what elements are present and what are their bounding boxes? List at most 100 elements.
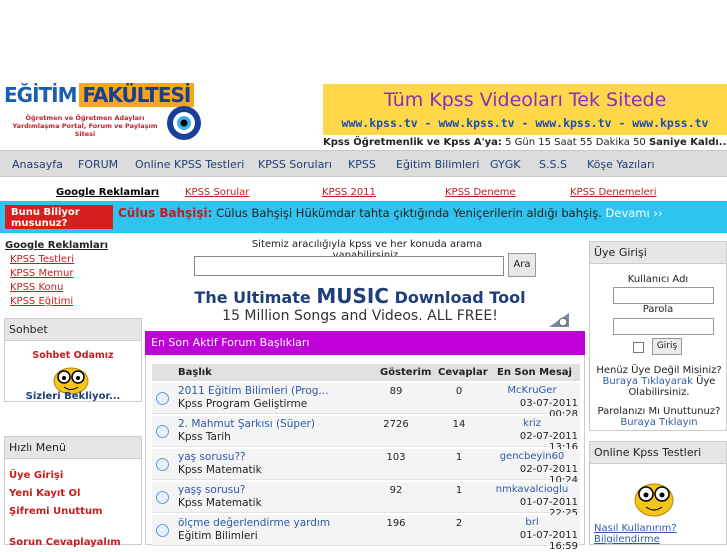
left-ad-link[interactable]: KPSS Testleri: [10, 254, 142, 265]
last-post-user[interactable]: brl: [492, 517, 572, 528]
col-header-last-post: En Son Mesaj: [497, 367, 572, 378]
remember-checkbox[interactable]: [633, 342, 644, 353]
last-post-user[interactable]: kriz: [492, 418, 572, 429]
username-label: Kullanıcı Adı: [627, 274, 689, 285]
info-link[interactable]: Bilgilendirme: [594, 534, 660, 545]
topic-title-link[interactable]: yaş sorusu??: [178, 451, 246, 463]
topic-replies: 14: [452, 419, 466, 430]
quick-menu: Hızlı Menü Üye Girişi Yeni Kayıt Ol Şifr…: [4, 436, 142, 548]
topic-status-icon: [156, 425, 169, 438]
nav-item-egitim-bilimleri[interactable]: Eğitim Bilimleri: [396, 158, 479, 171]
login-button[interactable]: Giriş: [652, 338, 682, 355]
topic-category: Kpss Program Geliştirme: [178, 398, 308, 410]
topic-category: Kpss Matematik: [178, 497, 262, 509]
topic-views: 2726: [383, 419, 409, 430]
last-post-user[interactable]: McKruGer: [492, 385, 572, 396]
chat-waiting-text[interactable]: Sizleri Bekliyor...: [5, 391, 141, 402]
how-to-use-link[interactable]: Nasıl Kullanırım?: [594, 523, 677, 534]
logo-word-egitim: EĞİTİM: [4, 83, 78, 107]
ad-link[interactable]: KPSS 2011: [322, 187, 376, 198]
ad-links-bar: Google Reklamları KPSS Sorular KPSS 2011…: [0, 187, 727, 201]
register-link[interactable]: Buraya Tıklayarak: [603, 376, 693, 387]
col-header-views: Gösterim: [380, 367, 432, 378]
table-row: 2. Mahmut Şarkısı (Süper) Kpss Tarih 272…: [152, 416, 580, 453]
ticker-keyword: Cülus Bahşişi:: [118, 206, 213, 220]
nav-item-forum[interactable]: FORUM: [78, 158, 118, 171]
chat-room-link[interactable]: Sohbet Odamız: [5, 350, 141, 361]
table-row: ölçme değerlendirme yardım Eğitim Biliml…: [152, 515, 580, 552]
topic-title-link[interactable]: yaşş sorusu?: [178, 484, 246, 496]
ad-link[interactable]: KPSS Sorular: [185, 187, 249, 198]
ad-link[interactable]: KPSS Deneme: [445, 187, 516, 198]
music-ad-word: MUSIC: [316, 284, 389, 308]
topic-title-link[interactable]: 2011 Eğitim Bilimleri (Prog...: [178, 385, 328, 397]
last-post-date: 01-07-2011 16:59: [519, 530, 578, 552]
adchoices-icon[interactable]: [549, 313, 569, 327]
col-header-replies: Cevaplar: [438, 367, 488, 378]
did-you-know-label: Bunu Biliyor musunuz?: [5, 205, 113, 229]
last-post-user[interactable]: nmkavalcioglu: [492, 484, 572, 495]
kpss-tv-banner[interactable]: Tüm Kpss Videoları Tek Sitede www.kpss.t…: [323, 84, 727, 135]
login-box-title: Üye Girişi: [590, 242, 726, 264]
site-logo[interactable]: EĞİTİM FAKÜLTESİ Öğretmen ve Öğretmen Ada…: [4, 83, 204, 143]
quick-menu-login[interactable]: Üye Girişi: [9, 470, 63, 481]
search-input[interactable]: [194, 256, 504, 276]
forum-table: Başlık Gösterim Cevaplar En Son Mesaj 20…: [145, 355, 585, 552]
topic-views: 103: [386, 452, 406, 463]
nav-item-anasayfa[interactable]: Anasayfa: [12, 158, 63, 171]
left-ads-head[interactable]: Google Reklamları: [5, 240, 142, 251]
countdown-label: Kpss Öğretmenlik ve Kpss A'ya:: [323, 137, 502, 148]
search-button[interactable]: Ara: [508, 253, 536, 277]
password-label: Parola: [642, 304, 674, 315]
topic-replies: 1: [455, 485, 463, 496]
topic-views: 89: [389, 386, 403, 397]
music-ad-headline: The Ultimate MUSIC Download Tool: [145, 284, 575, 308]
topic-title-link[interactable]: 2. Mahmut Şarkısı (Süper): [178, 418, 315, 430]
did-you-know-ticker: Bunu Biliyor musunuz? Cülus Bahşişi: Cül…: [0, 201, 727, 233]
ticker-more-link[interactable]: Devamı ››: [606, 206, 663, 220]
ticker-text: Cülus Bahşişi: Cülus Bahşişi Hükümdar ta…: [118, 206, 663, 220]
quick-menu-forgot-password[interactable]: Şifremi Unuttum: [9, 506, 102, 517]
not-member-question: Henüz Üye Değil Misiniz?: [596, 365, 722, 376]
forgot-password-text: Parolanızı Mı Unuttunuz? Buraya Tıklayın: [594, 406, 724, 428]
topic-replies: 0: [455, 386, 463, 397]
password-field[interactable]: [613, 318, 714, 335]
music-ad[interactable]: The Ultimate MUSIC Download Tool 15 Mill…: [145, 284, 575, 329]
username-field[interactable]: [613, 287, 714, 304]
logo-subtitle: Öğretmen ve Öğretmen Adayları Yardımlaşm…: [12, 114, 158, 138]
topic-category: Eğitim Bilimleri: [178, 530, 258, 542]
countdown-value: 5 Gün 15 Saat 55 Dakika 50: [505, 137, 646, 148]
ad-links-head[interactable]: Google Reklamları: [56, 187, 159, 198]
forgot-password-question: Parolanızı Mı Unuttunuz?: [597, 406, 721, 417]
music-ad-subline: 15 Million Songs and Videos. ALL FREE!: [222, 308, 498, 324]
nav-item-online-kpss-testleri[interactable]: Online KPSS Testleri: [135, 158, 244, 171]
left-ads: Google Reklamları KPSS Testleri KPSS Mem…: [5, 240, 142, 307]
quick-menu-title: Hızlı Menü: [5, 437, 141, 459]
left-ad-link[interactable]: KPSS Memur: [10, 268, 142, 279]
left-ad-link[interactable]: KPSS Eğitimi: [10, 296, 142, 307]
quick-menu-ask[interactable]: Sorun Cevaplayalım: [9, 537, 121, 548]
nav-item-kpss[interactable]: KPSS: [348, 158, 376, 171]
nav-item-kpss-sorulari[interactable]: KPSS Soruları: [258, 158, 332, 171]
topic-replies: 1: [455, 452, 463, 463]
table-row: yaş sorusu?? Kpss Matematik 103 1 gencbe…: [152, 449, 580, 486]
topic-views: 92: [389, 485, 403, 496]
topic-category: Kpss Matematik: [178, 464, 262, 476]
forum-table-header: Başlık Gösterim Cevaplar En Son Mesaj: [152, 364, 580, 381]
last-post-user[interactable]: gencbeyin60: [492, 451, 572, 462]
topic-title-link[interactable]: ölçme değerlendirme yardım: [178, 517, 330, 529]
ad-link[interactable]: KPSS Denemeleri: [570, 187, 657, 198]
table-row: yaşş sorusu? Kpss Matematik 92 1 nmkaval…: [152, 482, 580, 519]
forgot-password-link[interactable]: Buraya Tıklayın: [620, 417, 697, 428]
evil-eye-icon: [167, 106, 201, 140]
topic-status-icon: [156, 491, 169, 504]
main-nav: Anasayfa FORUM Online KPSS Testleri KPSS…: [0, 150, 727, 177]
nav-item-gygk[interactable]: GYGK: [490, 158, 520, 171]
nav-item-sss[interactable]: S.S.S: [539, 158, 567, 171]
forum-latest-title: En Son Aktif Forum Başlıkları: [145, 331, 585, 355]
left-ad-link[interactable]: KPSS Konu: [10, 282, 142, 293]
chat-box: Sohbet Sohbet Odamız Sizleri Bekliyor...: [4, 318, 142, 402]
col-header-title: Başlık: [178, 367, 212, 378]
nav-item-kose-yazilari[interactable]: Köşe Yazıları: [587, 158, 655, 171]
quick-menu-register[interactable]: Yeni Kayıt Ol: [9, 488, 80, 499]
